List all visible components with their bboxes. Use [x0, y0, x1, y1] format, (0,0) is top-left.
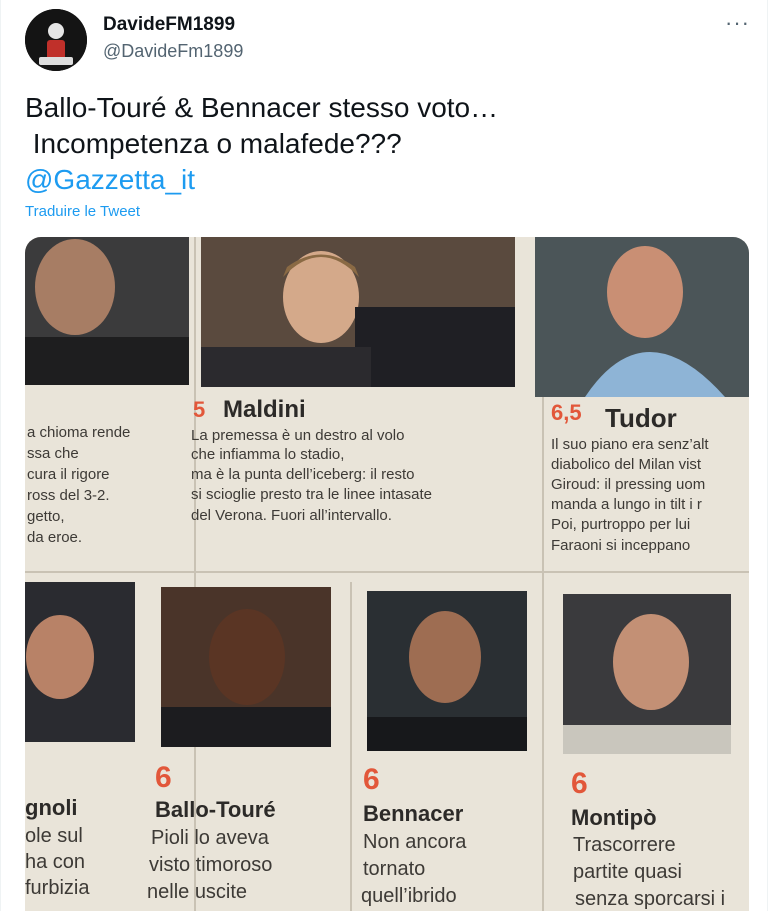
article-line: manda a lungo in tilt i r — [551, 496, 702, 513]
tweet-text: Ballo-Touré & Bennacer stesso voto… Inco… — [25, 90, 498, 198]
grade: 6 — [155, 761, 172, 794]
article-line: Giroud: il pressing uom — [551, 476, 705, 493]
tweet-card: DavideFM1899 @DavideFm1899 ··· Ballo-Tou… — [0, 0, 768, 911]
article-line: Faraoni si inceppano — [551, 537, 690, 554]
article-line: ssa che — [27, 445, 79, 462]
article-line: che infiamma lo stadio, — [191, 446, 344, 463]
montipo-photo — [563, 594, 731, 754]
display-name[interactable]: DavideFM1899 — [103, 14, 235, 36]
grade: 6,5 — [551, 400, 582, 425]
article-line: Il suo piano era senz’alt — [551, 436, 709, 453]
article-line: a chioma rende — [27, 424, 130, 441]
tudor-photo — [535, 237, 749, 397]
article-line: Trascorrere — [573, 834, 676, 856]
player-photo — [25, 237, 189, 385]
article-line: Pioli lo aveva — [151, 827, 270, 849]
article-line: da eroe. — [27, 529, 82, 546]
more-options-icon[interactable]: ··· — [725, 10, 750, 36]
article-line: getto, — [27, 508, 65, 525]
article-line: visto timoroso — [149, 854, 272, 876]
player-name: Bennacer — [363, 801, 464, 826]
article-line: ole sul — [25, 825, 83, 847]
grade: 6 — [363, 763, 380, 796]
tweet-text-line: Incompetenza o malafede??? — [25, 128, 402, 159]
maldini-photo — [201, 237, 515, 387]
translate-tweet-link[interactable]: Traduire le Tweet — [25, 203, 140, 220]
article-line: La premessa è un destro al volo — [191, 427, 404, 444]
player-name: gnoli — [25, 795, 78, 820]
grade: 5 — [193, 397, 205, 422]
article-line: diabolico del Milan vist — [551, 456, 702, 473]
player-name: Tudor — [605, 403, 677, 433]
player-name: Montipò — [571, 805, 657, 830]
mention-link[interactable]: @Gazzetta_it — [25, 162, 498, 198]
article-line: partite quasi — [573, 861, 682, 883]
article-line: tornato — [363, 858, 425, 880]
article-line: del Verona. Fuori all’intervallo. — [191, 507, 392, 524]
article-line: ross del 3-2. — [27, 487, 110, 504]
tweet-media-photo[interactable]: a chioma rende ssa che cura il rigore ro… — [25, 237, 749, 911]
player-name: Ballo-Touré — [155, 797, 276, 822]
bennacer-photo — [367, 591, 527, 751]
user-handle[interactable]: @DavideFm1899 — [103, 41, 243, 62]
article-line: si scioglie presto tra le linee intasate — [191, 486, 432, 503]
grade: 6 — [571, 767, 588, 800]
player-photo — [25, 582, 135, 742]
ballo-toure-photo — [161, 587, 331, 747]
article-line: ma è la punta dell’iceberg: il resto — [191, 466, 414, 483]
article-line: quell’ibrido — [361, 885, 457, 907]
tweet-text-line: Ballo-Touré & Bennacer stesso voto… — [25, 92, 499, 123]
article-line: Poi, purtroppo per lui — [551, 516, 690, 533]
player-name: Maldini — [223, 396, 306, 423]
article-line: furbizia — [25, 877, 90, 899]
article-line: cura il rigore — [27, 466, 110, 483]
avatar[interactable] — [25, 9, 87, 71]
article-line: senza sporcarsi i — [575, 888, 725, 910]
article-line: ha con — [25, 851, 85, 873]
article-line: nelle uscite — [147, 881, 247, 903]
article-line: Non ancora — [363, 831, 467, 853]
